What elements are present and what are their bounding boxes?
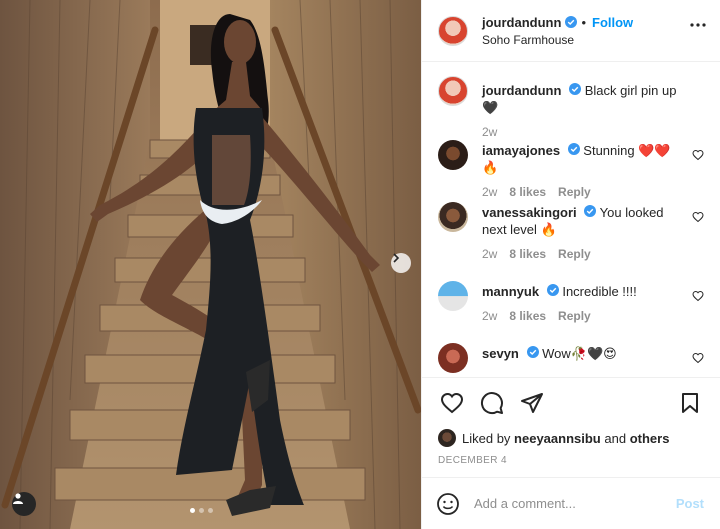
comment-item: iamayajones Stunning ❤️❤️🔥 2w 8 likes Re… [438, 140, 704, 202]
add-comment-bar: Post [422, 477, 720, 529]
bookmark-icon [682, 392, 698, 413]
post-comment-button[interactable]: Post [676, 496, 704, 511]
commenter-username[interactable]: sevyn [482, 346, 519, 361]
comment-likes[interactable]: 8 likes [509, 247, 546, 261]
tagged-users-button[interactable] [12, 492, 36, 516]
verified-badge-icon [567, 143, 580, 155]
comment-input[interactable] [474, 496, 676, 511]
post-date[interactable]: DECEMBER 4 [422, 449, 720, 477]
paper-plane-icon [521, 392, 543, 413]
location-link[interactable]: Soho Farmhouse [482, 33, 633, 47]
liked-by-others[interactable]: others [630, 431, 670, 446]
chevron-right-icon [393, 253, 400, 263]
author-avatar[interactable] [438, 15, 468, 46]
liker-username[interactable]: neeyaannsibu [514, 431, 601, 446]
caption-avatar[interactable] [438, 76, 468, 106]
caption-username[interactable]: jourdandunn [482, 83, 561, 98]
carousel-dots [190, 508, 213, 513]
separator-dot: • [581, 14, 586, 30]
heart-icon [440, 392, 464, 413]
comment-bubble-icon [480, 391, 503, 414]
comment-time: 2w [482, 247, 498, 261]
likes-summary: Liked by neeyaannsibu and others [422, 427, 720, 449]
caption: jourdandunn Black girl pin up 🖤 2w [438, 76, 704, 140]
post-side-panel: jourdandunn • Follow Soho Farmhouse jour… [421, 0, 720, 529]
more-horizontal-icon[interactable] [690, 23, 706, 27]
verified-badge-icon [526, 346, 539, 358]
carousel-dot [199, 508, 204, 513]
commenter-avatar[interactable] [438, 281, 468, 311]
comment-text: Wow🥀🖤😍 [542, 346, 617, 361]
author-username[interactable]: jourdandunn [482, 15, 561, 30]
liked-by-conj: and [604, 430, 627, 446]
comment-text: Incredible !!!! [562, 284, 637, 299]
commenter-username[interactable]: vanessakingori [482, 205, 577, 220]
verified-badge-icon [565, 16, 578, 28]
emoji-icon[interactable] [436, 492, 460, 516]
verified-badge-icon [569, 83, 582, 95]
user-icon [13, 493, 23, 504]
reply-button[interactable]: Reply [558, 309, 591, 323]
verified-badge-icon [584, 205, 597, 217]
post-header: jourdandunn • Follow Soho Farmhouse [422, 0, 720, 62]
comment-time: 2w [482, 185, 498, 199]
liker-avatar[interactable] [438, 429, 456, 447]
commenter-username[interactable]: mannyuk [482, 284, 539, 299]
action-bar [422, 377, 720, 427]
reply-button[interactable]: Reply [558, 185, 591, 199]
carousel-dot [208, 508, 213, 513]
commenter-avatar[interactable] [438, 343, 468, 373]
commenter-username[interactable]: iamayajones [482, 143, 560, 158]
save-button[interactable] [670, 383, 710, 423]
like-comment-heart-icon[interactable] [692, 352, 704, 364]
next-slide-button[interactable] [391, 253, 411, 273]
comment-button[interactable] [472, 383, 512, 423]
comment-likes[interactable]: 8 likes [509, 309, 546, 323]
comment-item: mannyuk Incredible !!!! 2w 8 likes Reply [438, 281, 704, 343]
verified-badge-icon [546, 284, 559, 296]
comment-item: vanessakingori You looked next level 🔥 2… [438, 202, 704, 281]
instagram-post: jourdandunn • Follow Soho Farmhouse jour… [0, 0, 720, 529]
share-button[interactable] [512, 383, 552, 423]
comment-likes[interactable]: 8 likes [509, 185, 546, 199]
caption-time: 2w [482, 125, 498, 139]
like-comment-heart-icon[interactable] [692, 149, 704, 161]
post-photo[interactable] [0, 0, 421, 529]
like-comment-heart-icon[interactable] [692, 290, 704, 302]
comments-list[interactable]: jourdandunn Black girl pin up 🖤 2w iamay… [422, 62, 720, 377]
carousel-dot [190, 508, 195, 513]
comment-time: 2w [482, 309, 498, 323]
liked-by-prefix: Liked by [462, 430, 511, 446]
photo-illustration [0, 0, 421, 529]
like-comment-heart-icon[interactable] [692, 211, 704, 223]
commenter-avatar[interactable] [438, 202, 468, 232]
reply-button[interactable]: Reply [558, 247, 591, 261]
follow-button[interactable]: Follow [592, 15, 633, 30]
like-button[interactable] [432, 383, 472, 423]
comment-item: sevyn Wow🥀🖤😍 [438, 343, 704, 377]
commenter-avatar[interactable] [438, 140, 468, 170]
